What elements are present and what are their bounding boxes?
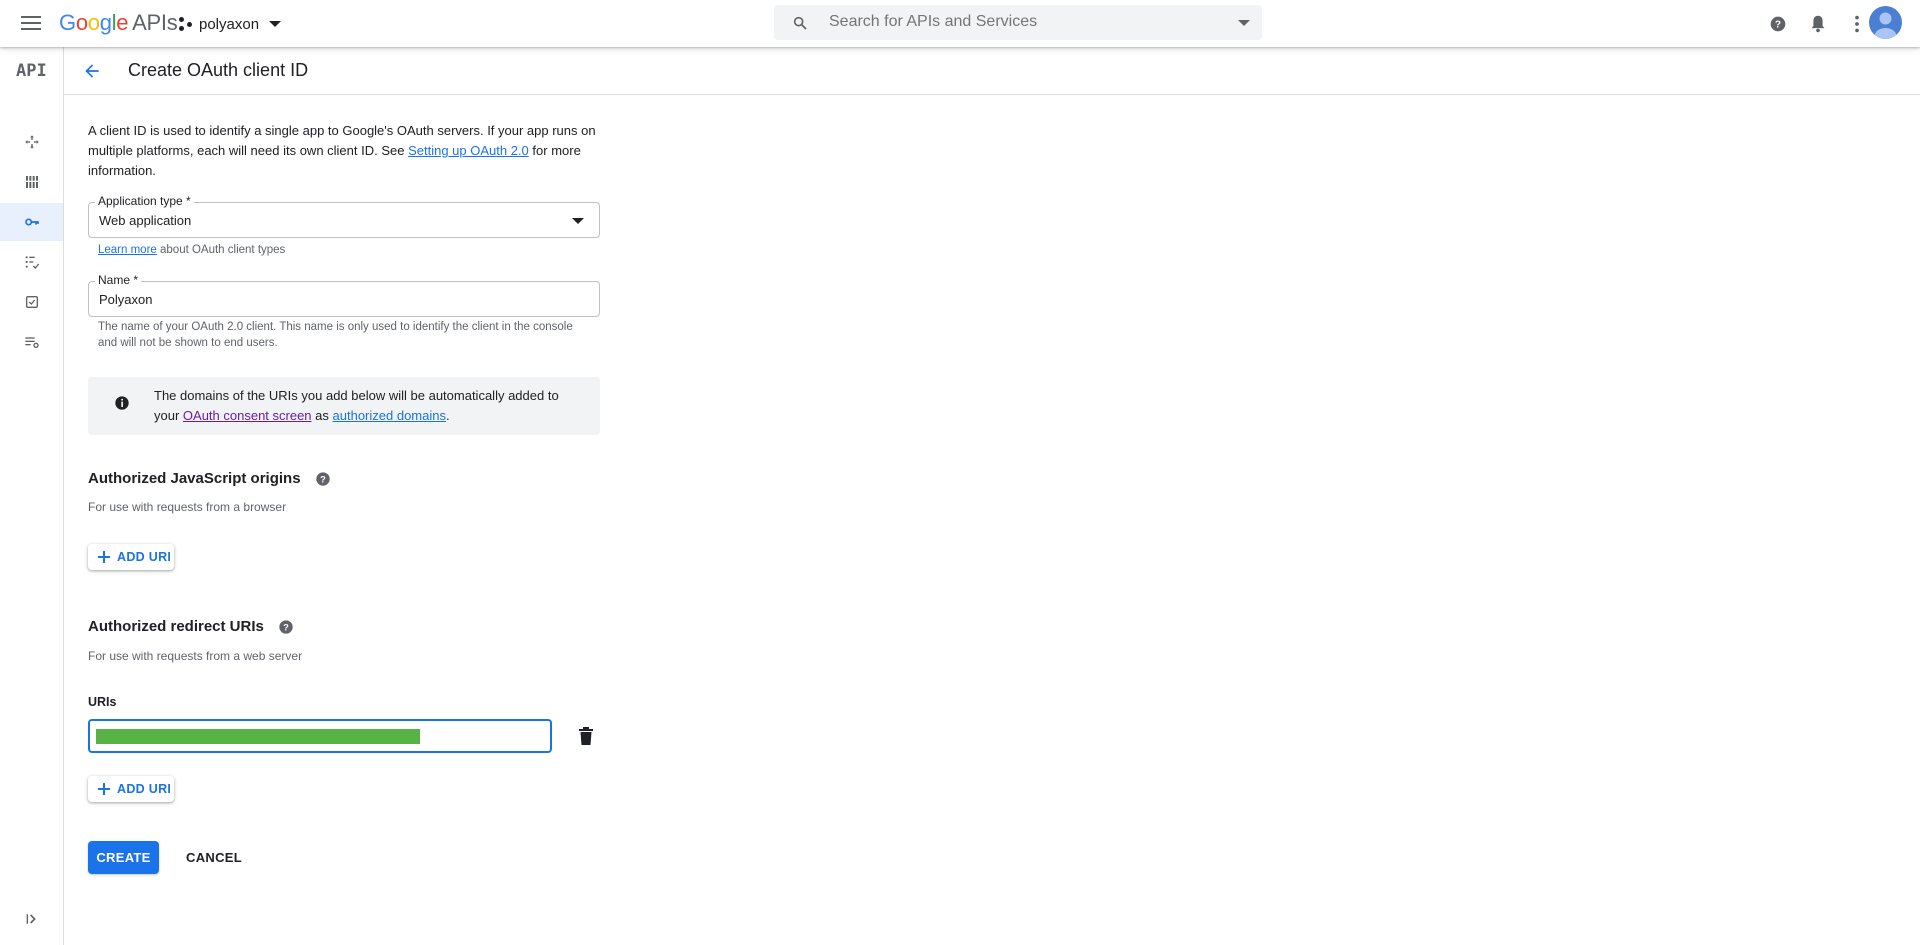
plus-icon [98, 783, 110, 795]
delete-trash-icon[interactable] [578, 727, 594, 745]
logo-letter: e [116, 10, 129, 35]
main-menu-icon[interactable] [20, 13, 42, 33]
account-avatar[interactable] [1869, 6, 1902, 39]
help-icon[interactable]: ? [1767, 13, 1789, 35]
project-name: polyaxon [199, 15, 260, 33]
nav-oauth-consent[interactable] [0, 243, 63, 281]
search-dropdown-icon[interactable] [1238, 20, 1250, 26]
api-logo: API [16, 61, 47, 81]
application-type-value: Web application [99, 213, 192, 228]
plus-icon [98, 551, 110, 563]
info-text-part: as [311, 408, 333, 423]
logo-apis-text: APIs [132, 10, 178, 35]
dashboard-icon [24, 135, 39, 149]
add-uri-label: ADD URI [117, 550, 172, 564]
intro-text: A client ID is used to identify a single… [88, 121, 600, 181]
nav-domain-verification[interactable] [0, 283, 63, 321]
add-uri-label: ADD URI [117, 782, 172, 796]
add-redirect-uri-button[interactable]: ADD URI [88, 776, 174, 802]
left-nav-rail: API [0, 47, 64, 945]
page-header: Create OAuth client ID [64, 47, 1920, 95]
add-js-origin-uri-button[interactable]: ADD URI [88, 544, 174, 570]
logo-letter: o [75, 10, 88, 35]
svg-text:?: ? [320, 474, 326, 484]
project-selector[interactable]: polyaxon [178, 12, 282, 36]
avatar-person-icon [1874, 12, 1897, 39]
info-text-part: . [445, 408, 450, 423]
cancel-button[interactable]: CANCEL [178, 841, 250, 874]
name-label: Name * [95, 273, 142, 287]
create-button[interactable]: CREATE [88, 841, 159, 874]
project-icon [178, 16, 194, 32]
page-title: Create OAuth client ID [128, 60, 309, 80]
info-banner-text: The domains of the URIs you add below wi… [154, 386, 584, 426]
info-banner: The domains of the URIs you add below wi… [88, 377, 600, 435]
redirect-uris-title-text: Authorized redirect URIs [88, 618, 264, 635]
search-bar[interactable] [774, 5, 1262, 40]
js-origins-subtitle: For use with requests from a browser [88, 500, 287, 514]
js-origins-title-text: Authorized JavaScript origins [88, 470, 301, 487]
name-value: Polyaxon [99, 292, 153, 307]
logo-letter: o [87, 10, 100, 35]
google-apis-logo[interactable]: Google APIs [59, 10, 178, 36]
logo-letter: G [59, 10, 76, 35]
redirect-uri-input[interactable] [88, 719, 552, 753]
nav-library[interactable] [0, 163, 63, 201]
uris-label: URIs [88, 695, 117, 709]
nav-dashboard[interactable] [0, 123, 63, 161]
authorized-domains-link[interactable]: authorized domains [333, 408, 446, 423]
help-circle-icon[interactable]: ? [278, 619, 294, 635]
top-app-bar: GoogleAPIs polyaxon ? [0, 0, 1920, 47]
nav-credentials[interactable] [0, 203, 63, 241]
expand-rail-icon[interactable] [24, 911, 40, 927]
chevron-down-icon [572, 218, 584, 224]
learn-more-suffix: about OAuth client types [156, 244, 286, 256]
search-input[interactable] [829, 13, 1209, 31]
consent-list-icon [25, 256, 39, 269]
library-icon [24, 176, 39, 188]
application-type-select[interactable]: Application type * Web application [88, 194, 600, 238]
svg-text:?: ? [283, 622, 289, 632]
back-arrow-icon[interactable] [82, 61, 102, 81]
search-icon [793, 16, 807, 30]
setting-up-oauth-link[interactable]: Setting up OAuth 2.0 [408, 143, 529, 158]
learn-more-link[interactable]: Learn more [98, 244, 157, 256]
application-type-hint: Learn more about OAuth client types [98, 242, 285, 258]
chevron-down-icon [269, 21, 282, 27]
redacted-uri-value [96, 729, 420, 744]
more-options-icon[interactable] [1846, 13, 1868, 35]
info-icon [115, 396, 129, 410]
name-field[interactable]: Name * Polyaxon [88, 273, 600, 317]
redirect-uris-section-title: Authorized redirect URIs ? [88, 618, 294, 635]
oauth-consent-screen-link[interactable]: OAuth consent screen [183, 408, 312, 423]
svg-text:?: ? [1775, 20, 1781, 31]
redirect-uris-subtitle: For use with requests from a web server [88, 649, 303, 663]
checkbox-icon [25, 296, 38, 308]
notifications-icon[interactable] [1807, 13, 1829, 35]
js-origins-section-title: Authorized JavaScript origins ? [88, 470, 331, 487]
logo-letter: g [99, 10, 112, 35]
settings-list-icon [24, 337, 39, 348]
key-icon [24, 218, 39, 226]
help-circle-icon[interactable]: ? [315, 471, 331, 487]
name-hint: The name of your OAuth 2.0 client. This … [98, 321, 573, 349]
application-type-label: Application type * [95, 194, 194, 208]
nav-page-usage-agreements[interactable] [0, 323, 63, 361]
